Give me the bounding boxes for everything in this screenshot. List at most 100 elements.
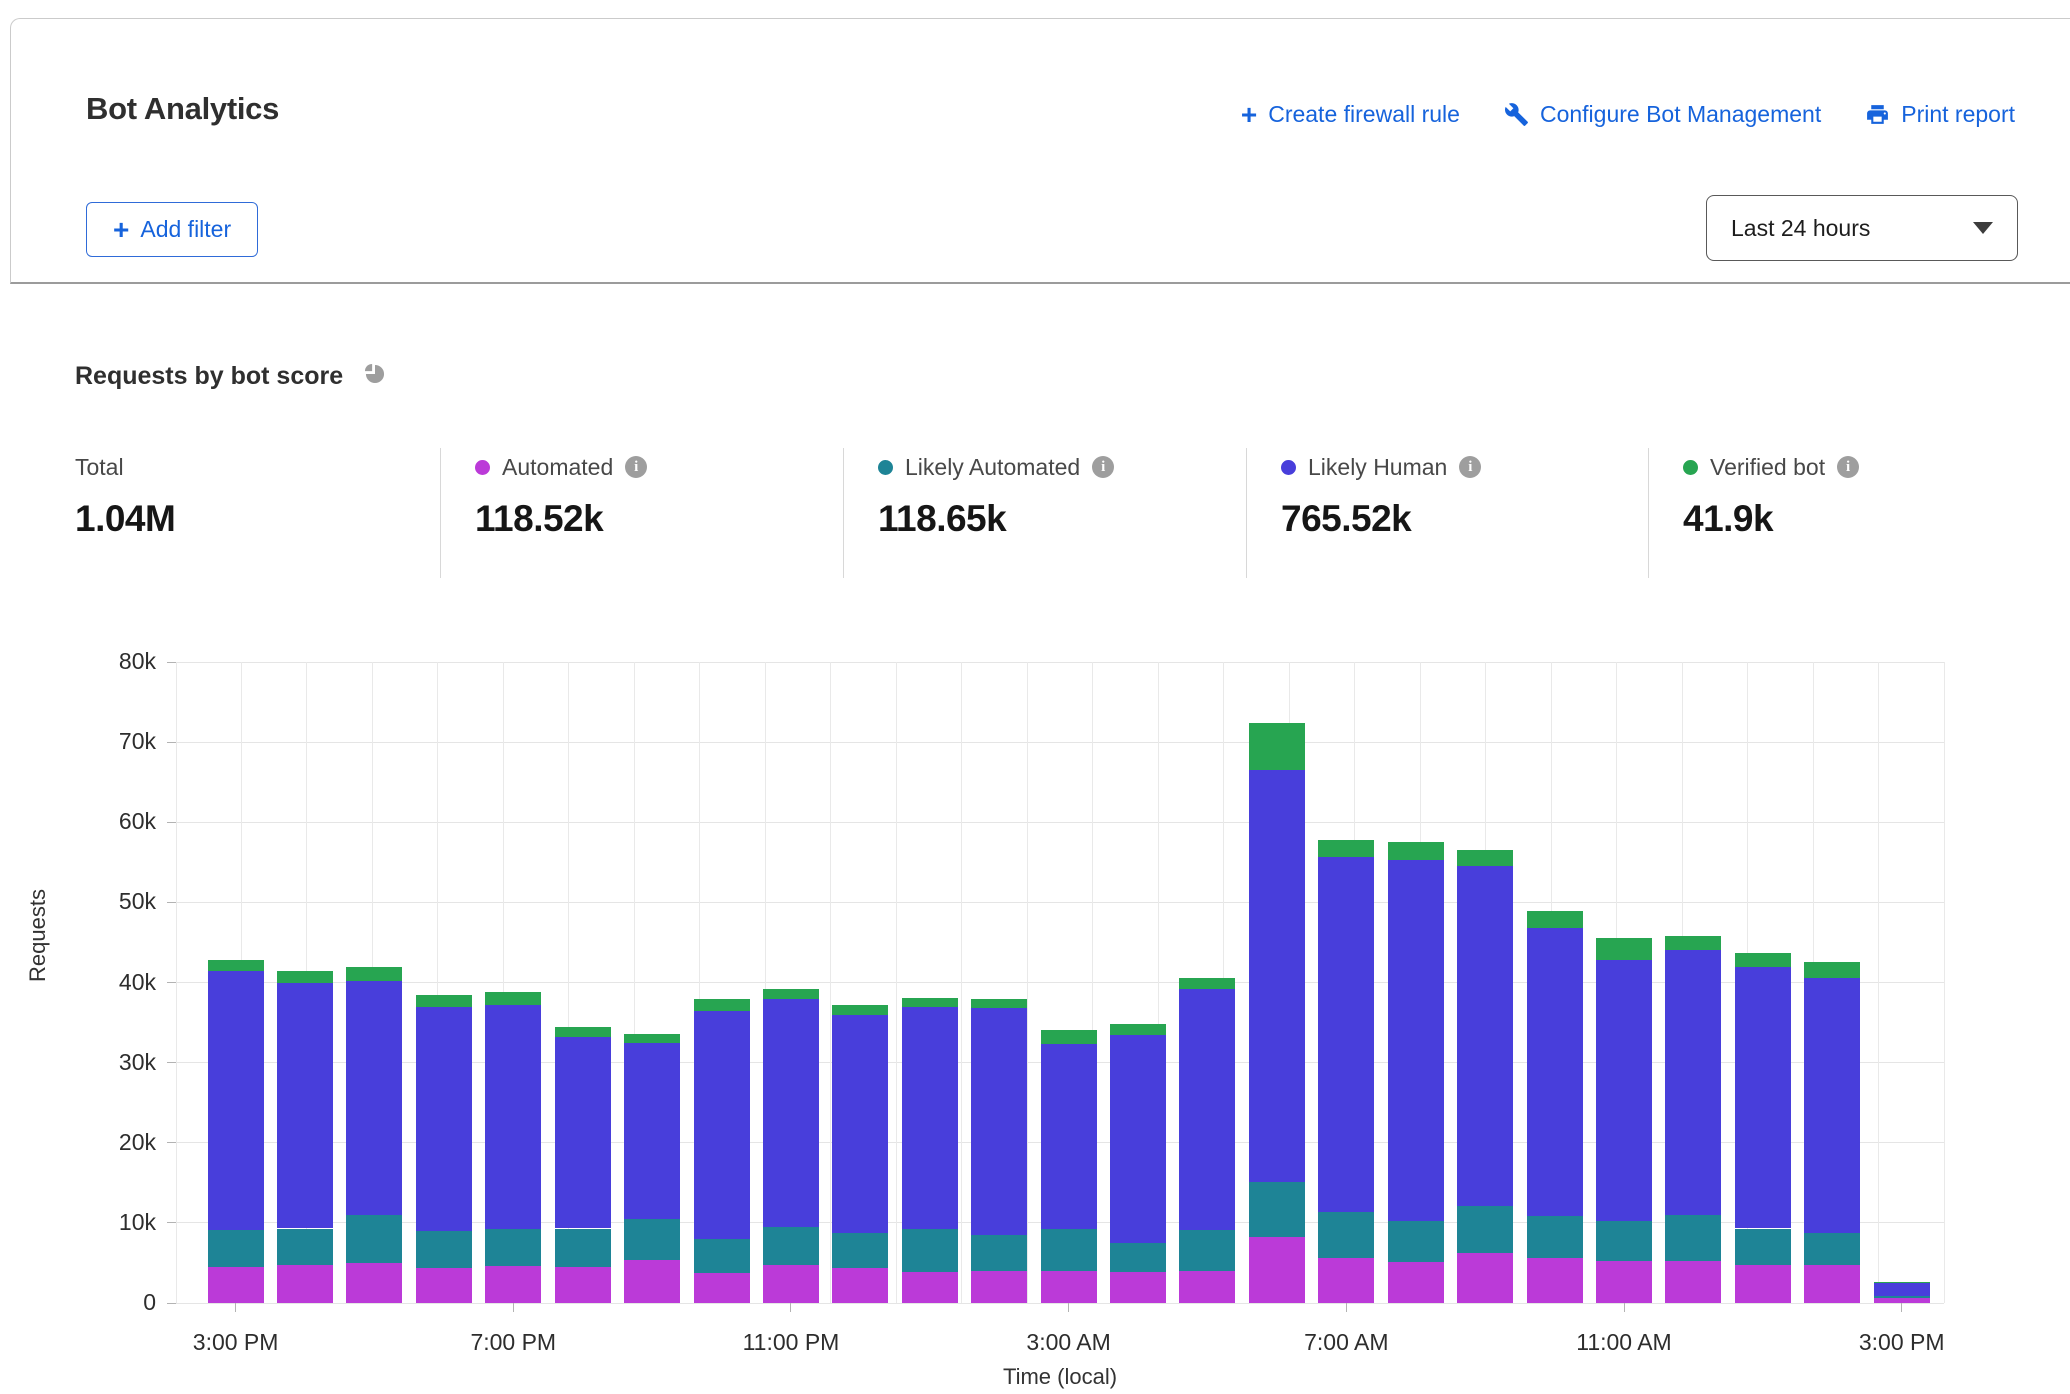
y-tick-label: 50k xyxy=(86,888,156,915)
bar-segment-likely-automated xyxy=(555,1229,611,1267)
bar-segment-likely-automated xyxy=(1249,1182,1305,1236)
bar-group xyxy=(1527,662,1583,1303)
bar-segment-automated xyxy=(485,1266,541,1303)
section-title-row: Requests by bot score xyxy=(75,360,389,393)
v-gridline xyxy=(176,662,177,1303)
stat-total: Total 1.04M xyxy=(75,452,175,540)
bar-segment-automated xyxy=(971,1271,1027,1303)
x-tick-mark xyxy=(1901,1303,1902,1312)
bar-segment-verified-bot xyxy=(1249,723,1305,770)
header-actions: + Create firewall rule Configure Bot Man… xyxy=(1241,101,2015,128)
bar-segment-verified-bot xyxy=(1318,840,1374,857)
bar-segment-automated xyxy=(1596,1261,1652,1303)
bar-segment-verified-bot xyxy=(1110,1024,1166,1034)
page-title: Bot Analytics xyxy=(86,91,279,127)
bar-segment-likely-automated xyxy=(277,1229,333,1265)
info-icon[interactable]: i xyxy=(1092,456,1114,478)
bar-segment-likely-automated xyxy=(208,1230,264,1267)
bar-segment-likely-automated xyxy=(1110,1243,1166,1272)
bar-segment-likely-automated xyxy=(1665,1215,1721,1261)
bar-segment-likely-automated xyxy=(1179,1230,1235,1271)
y-tick-label: 30k xyxy=(86,1049,156,1076)
x-tick-label: 3:00 AM xyxy=(999,1329,1139,1356)
info-icon[interactable]: i xyxy=(1459,456,1481,478)
bar-segment-automated xyxy=(1388,1262,1444,1303)
info-icon[interactable]: i xyxy=(625,456,647,478)
stat-divider xyxy=(1648,448,1649,578)
bar-group xyxy=(1804,662,1860,1303)
bar-segment-verified-bot xyxy=(1388,842,1444,860)
bar-group xyxy=(624,662,680,1303)
v-gridline xyxy=(896,662,897,1303)
bar-group xyxy=(416,662,472,1303)
bar-segment-likely-automated xyxy=(971,1235,1027,1271)
info-icon[interactable]: i xyxy=(1837,456,1859,478)
bar-segment-likely-human xyxy=(1318,857,1374,1213)
bar-group xyxy=(1874,662,1930,1303)
bar-segment-likely-human xyxy=(902,1007,958,1229)
x-tick-mark xyxy=(1624,1303,1625,1312)
bar-group xyxy=(555,662,611,1303)
legend-dot-verified-bot xyxy=(1683,460,1698,475)
y-tick-label: 70k xyxy=(86,728,156,755)
bar-segment-verified-bot xyxy=(1596,938,1652,960)
bar-segment-automated xyxy=(832,1268,888,1303)
x-axis-title: Time (local) xyxy=(360,1364,1760,1390)
bar-segment-verified-bot xyxy=(1665,936,1721,950)
bar-group xyxy=(1665,662,1721,1303)
bar-segment-automated xyxy=(1041,1271,1097,1303)
bar-segment-likely-human xyxy=(1874,1283,1930,1296)
plus-icon: + xyxy=(113,220,129,240)
x-tick-label: 3:00 PM xyxy=(166,1329,306,1356)
y-tick-label: 0 xyxy=(86,1289,156,1316)
bar-segment-likely-human xyxy=(1110,1035,1166,1243)
x-tick-mark xyxy=(1068,1303,1069,1312)
legend-label-verified-bot: Verified bot xyxy=(1710,454,1825,481)
legend-value-verified-bot: 41.9k xyxy=(1683,498,1859,540)
add-filter-label: Add filter xyxy=(140,216,231,243)
bar-group xyxy=(832,662,888,1303)
x-tick-label: 11:00 AM xyxy=(1554,1329,1694,1356)
bar-segment-verified-bot xyxy=(1457,850,1513,866)
print-report-link[interactable]: Print report xyxy=(1865,101,2015,128)
bar-segment-likely-automated xyxy=(1388,1221,1444,1262)
stat-total-label: Total xyxy=(75,454,124,481)
bar-segment-verified-bot xyxy=(902,998,958,1008)
bar-segment-verified-bot xyxy=(694,999,750,1010)
pie-chart-icon xyxy=(361,360,389,393)
x-tick-mark xyxy=(1346,1303,1347,1312)
bar-group xyxy=(1596,662,1652,1303)
bar-segment-automated xyxy=(1179,1271,1235,1303)
legend-dot-automated xyxy=(475,460,490,475)
bar-segment-likely-automated xyxy=(1804,1233,1860,1265)
bar-segment-verified-bot xyxy=(832,1005,888,1015)
bar-segment-verified-bot xyxy=(208,960,264,971)
bar-segment-verified-bot xyxy=(1527,911,1583,928)
bar-segment-verified-bot xyxy=(1041,1030,1097,1044)
bar-segment-likely-automated xyxy=(763,1227,819,1265)
bar-group xyxy=(971,662,1027,1303)
bar-segment-automated xyxy=(416,1268,472,1303)
bar-segment-automated xyxy=(694,1273,750,1303)
v-gridline xyxy=(830,662,831,1303)
bar-segment-automated xyxy=(346,1263,402,1303)
wrench-icon xyxy=(1504,102,1529,127)
y-tick-label: 60k xyxy=(86,808,156,835)
add-filter-button[interactable]: + Add filter xyxy=(86,202,258,257)
bar-group xyxy=(1041,662,1097,1303)
bar-segment-likely-automated xyxy=(346,1215,402,1263)
bar-group xyxy=(1735,662,1791,1303)
x-tick-label: 11:00 PM xyxy=(721,1329,861,1356)
print-report-label: Print report xyxy=(1901,101,2015,128)
bar-segment-likely-human xyxy=(1527,928,1583,1216)
bar-segment-automated xyxy=(1527,1258,1583,1303)
bar-segment-verified-bot xyxy=(1179,978,1235,989)
configure-bot-management-link[interactable]: Configure Bot Management xyxy=(1504,101,1821,128)
time-range-select[interactable]: Last 24 hours xyxy=(1706,195,2018,261)
create-firewall-rule-link[interactable]: + Create firewall rule xyxy=(1241,101,1460,128)
bar-group xyxy=(208,662,264,1303)
bar-segment-verified-bot xyxy=(971,999,1027,1009)
bar-segment-likely-human xyxy=(763,999,819,1227)
bar-segment-automated xyxy=(1318,1258,1374,1303)
y-tick-label: 20k xyxy=(86,1129,156,1156)
